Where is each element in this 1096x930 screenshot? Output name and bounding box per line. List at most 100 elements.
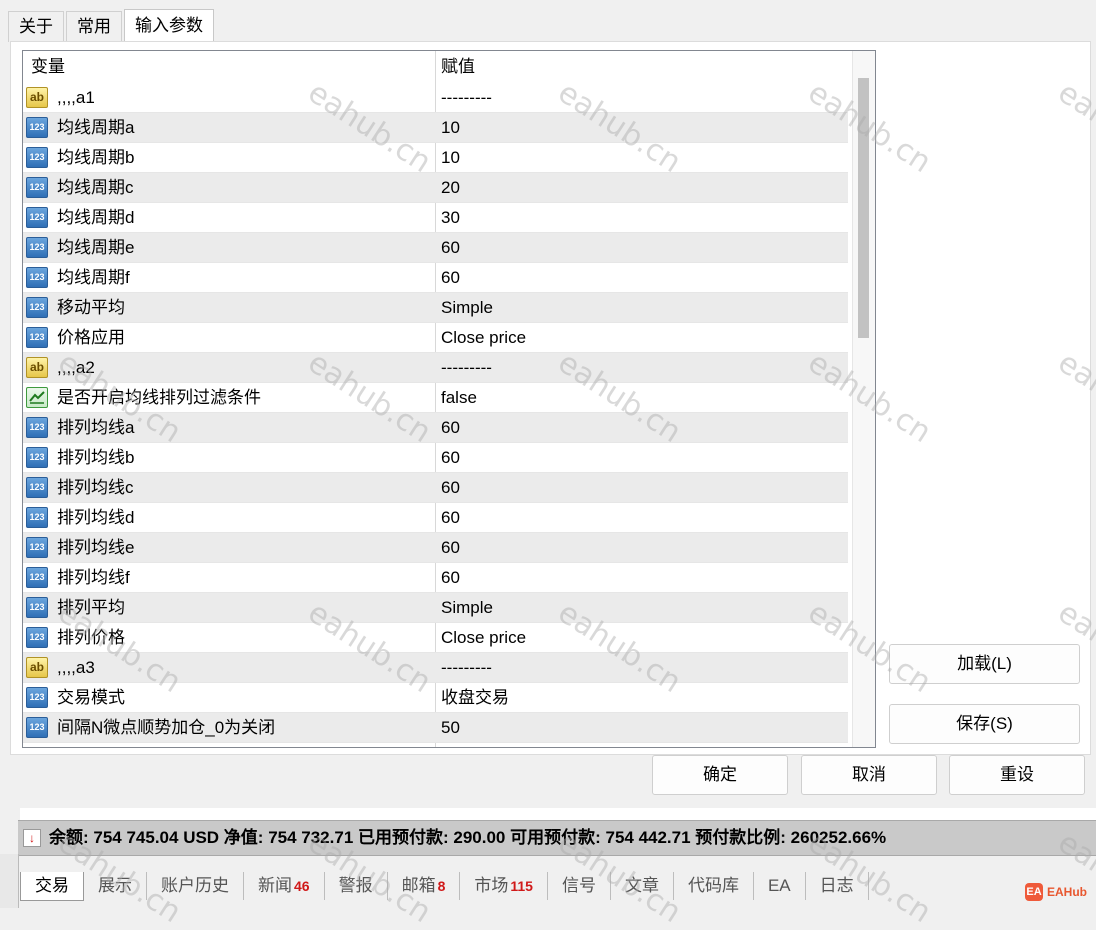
tab-about[interactable]: 关于 (8, 11, 64, 42)
number-type-icon: 123 (26, 117, 48, 138)
parameter-row[interactable]: 是否开启均线排列过滤条件 false (23, 383, 848, 413)
cancel-button[interactable]: 取消 (801, 755, 937, 795)
parameter-name: 移动平均 (57, 298, 125, 317)
parameter-value[interactable]: 60 (441, 533, 460, 563)
column-header-variable[interactable]: 变量 (31, 51, 65, 83)
parameter-row[interactable]: 123 排列均线b 60 (23, 443, 848, 473)
parameter-value[interactable]: Close price (441, 323, 526, 353)
eahub-logo-icon: EA (1025, 883, 1043, 901)
parameter-value[interactable]: Close price (441, 623, 526, 653)
parameter-value[interactable]: Simple (441, 293, 493, 323)
parameter-name: 均线周期e (57, 238, 135, 257)
load-button[interactable]: 加载(L) (889, 644, 1080, 684)
arrow-down-icon[interactable]: ↓ (23, 829, 41, 847)
terminal-tab[interactable]: 新闻 46 (244, 872, 325, 900)
terminal-tab[interactable]: 市场 115 (460, 872, 548, 900)
terminal-tab[interactable]: 文章 (611, 872, 674, 900)
bool-type-icon (26, 387, 48, 408)
parameter-row[interactable]: 123 间隔N微点顺势加仓_0为关闭 50 (23, 713, 848, 743)
parameter-name: 均线周期f (57, 268, 130, 287)
parameter-name: 排列均线b (57, 448, 135, 467)
column-header-value[interactable]: 赋值 (441, 51, 475, 83)
parameter-row[interactable]: ab ,,,,a3 --------- (23, 653, 848, 683)
parameter-value[interactable]: false (441, 383, 477, 413)
parameter-value[interactable]: 60 (441, 503, 460, 533)
parameter-value[interactable]: --------- (441, 83, 492, 113)
parameter-value[interactable]: 60 (441, 413, 460, 443)
ok-button[interactable]: 确定 (652, 755, 788, 795)
parameter-name: 排列均线a (57, 418, 135, 437)
parameter-value[interactable]: 60 (441, 563, 460, 593)
eahub-logo-text: EAHub (1047, 885, 1087, 899)
parameter-value[interactable]: 10 (441, 113, 460, 143)
parameter-value[interactable]: 60 (441, 473, 460, 503)
parameter-value[interactable]: 30 (441, 203, 460, 233)
parameter-row[interactable]: 123 均线周期c 20 (23, 173, 848, 203)
terminal-tab[interactable]: EA (754, 872, 806, 900)
parameter-row[interactable]: 123 排列均线d 60 (23, 503, 848, 533)
parameter-name: ,,,,a1 (57, 88, 95, 107)
parameter-row[interactable]: 123 均线周期a 10 (23, 113, 848, 143)
parameter-value[interactable]: 60 (441, 263, 460, 293)
parameter-name: 价格应用 (57, 328, 125, 347)
terminal-tab[interactable]: 警报 (325, 872, 388, 900)
parameter-row[interactable]: 123 交易模式 收盘交易 (23, 683, 848, 713)
parameter-value[interactable]: 20 (441, 173, 460, 203)
scrollbar-thumb[interactable] (858, 78, 869, 338)
parameter-row[interactable]: 123 排列均线c 60 (23, 473, 848, 503)
terminal-tab-label: EA (767, 876, 791, 895)
parameter-value[interactable]: Simple (441, 593, 493, 623)
parameter-value[interactable]: 60 (441, 233, 460, 263)
terminal-tabs: 交易 展示 账户历史 新闻 46 警报 邮箱 8 市场 115 信号 文章 代码库 EA 日志 (20, 871, 869, 901)
reset-button[interactable]: 重设 (949, 755, 1085, 795)
parameter-row[interactable]: 123 均线周期f 60 (23, 263, 848, 293)
parameter-value[interactable]: --------- (441, 653, 492, 683)
parameter-row[interactable]: 123 移动平均 Simple (23, 293, 848, 323)
vertical-scrollbar[interactable] (852, 51, 875, 747)
parameter-name: 排列均线d (57, 508, 135, 527)
parameter-row[interactable]: 123 均线周期b 10 (23, 143, 848, 173)
parameter-row[interactable]: 123 均线周期e 60 (23, 233, 848, 263)
terminal-tab-label: 账户历史 (161, 876, 229, 895)
grid-header: 变量 赋值 (23, 51, 848, 747)
account-status-bar: ↓ 余额: 754 745.04 USD 净值: 754 732.71 已用预付… (18, 820, 1096, 856)
terminal-tab-label: 警报 (338, 876, 373, 895)
save-button[interactable]: 保存(S) (889, 704, 1080, 744)
terminal-tab[interactable]: 日志 (806, 872, 869, 900)
terminal-tab[interactable]: 账户历史 (147, 872, 244, 900)
terminal-tab-label: 新闻 (258, 876, 292, 895)
parameter-value[interactable]: 10 (441, 143, 460, 173)
tab-inputs[interactable]: 输入参数 (124, 9, 214, 42)
terminal-tab-label: 展示 (98, 876, 132, 895)
parameter-name: 排列平均 (57, 598, 125, 617)
parameter-row[interactable]: 123 排列价格 Close price (23, 623, 848, 653)
parameter-value[interactable]: 60 (441, 443, 460, 473)
number-type-icon: 123 (26, 447, 48, 468)
terminal-tab[interactable]: 展示 (84, 872, 147, 900)
parameter-row[interactable]: 123 排列均线a 60 (23, 413, 848, 443)
tab-common[interactable]: 常用 (66, 11, 122, 42)
number-type-icon: 123 (26, 207, 48, 228)
parameter-value[interactable]: 50 (441, 713, 460, 743)
account-summary: 余额: 754 745.04 USD 净值: 754 732.71 已用预付款:… (49, 828, 887, 847)
parameter-row[interactable]: ab ,,,,a2 --------- (23, 353, 848, 383)
parameter-value[interactable]: 收盘交易 (441, 683, 509, 713)
parameter-value[interactable]: --------- (441, 353, 492, 383)
parameter-row[interactable]: 123 排列平均 Simple (23, 593, 848, 623)
parameter-name: 排列价格 (57, 628, 125, 647)
terminal-tab[interactable]: 代码库 (674, 872, 754, 900)
terminal-tab-label: 日志 (819, 876, 854, 895)
terminal-tab[interactable]: 信号 (548, 872, 611, 900)
number-type-icon: 123 (26, 177, 48, 198)
parameter-row[interactable]: ab ,,,,a1 --------- (23, 83, 848, 113)
terminal-tab[interactable]: 交易 (20, 871, 84, 901)
parameter-row[interactable]: 123 排列均线f 60 (23, 563, 848, 593)
terminal-tab-count: 8 (437, 878, 446, 894)
input-parameters-dialog: 关于 常用 输入参数 变量 赋值 ab ,,,,a1 --------- 123 均线周… (0, 0, 1096, 809)
parameter-row[interactable]: 123 均线周期d 30 (23, 203, 848, 233)
terminal-tab[interactable]: 邮箱 8 (388, 872, 461, 900)
eahub-logo: EA EAHub (1025, 882, 1087, 902)
parameter-row[interactable]: 123 排列均线e 60 (23, 533, 848, 563)
terminal-panel: ↓ 余额: 754 745.04 USD 净值: 754 732.71 已用预付… (0, 808, 1096, 908)
parameter-row[interactable]: 123 价格应用 Close price (23, 323, 848, 353)
